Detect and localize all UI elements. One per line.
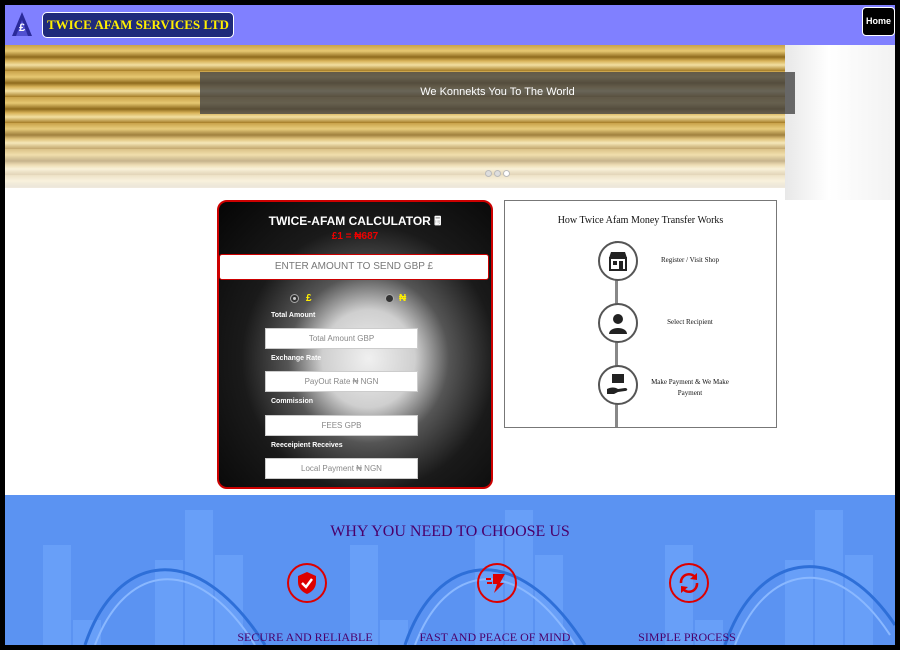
step-label: Select Recipient (667, 318, 713, 326)
carousel-dot[interactable] (494, 170, 501, 177)
fees-field[interactable]: FEES GPB (265, 415, 418, 436)
step-label: Make Payment & We Make Payment (651, 378, 729, 397)
ngn-radio-label: ₦ (399, 293, 407, 304)
home-nav-button[interactable]: Home (862, 7, 895, 36)
carousel-indicators (485, 170, 510, 177)
total-amount-field[interactable]: Total Amount GBP (265, 328, 418, 349)
feature-label: SECURE AND RELIABLE (237, 630, 373, 644)
gbp-radio-label: £ (306, 293, 312, 304)
hero-carousel (5, 45, 785, 188)
page: £ TWICE AFAM SERVICES LTD Home We Konnek… (5, 5, 895, 645)
shop-icon (598, 241, 638, 281)
total-amount-label: Total Amount (271, 312, 316, 319)
gbp-radio[interactable] (290, 294, 299, 303)
ngn-radio[interactable] (385, 294, 394, 303)
hero-caption: We Konnekts You To The World (200, 72, 795, 114)
how-it-works-panel: How Twice Afam Money Transfer Works Regi… (504, 200, 777, 428)
carousel-dot[interactable] (485, 170, 492, 177)
feature-label: FAST AND PEACE OF MIND (419, 630, 571, 644)
fast-delivery-icon (477, 563, 517, 603)
why-section-title: WHY YOU NEED TO CHOOSE US (330, 523, 570, 540)
cycle-arrows-icon (669, 563, 709, 603)
amount-input[interactable]: ENTER AMOUNT TO SEND GBP £ (219, 254, 489, 280)
recipient-receives-label: Reeceipient Receives (271, 442, 343, 449)
brand-name[interactable]: TWICE AFAM SERVICES LTD (42, 12, 234, 38)
shield-check-icon (287, 563, 327, 603)
calculator-title: TWICE-AFAM CALCULATOR 🖩 (268, 214, 442, 228)
why-choose-us-section: WHY YOU NEED TO CHOOSE US SECURE AND REL… (5, 495, 895, 645)
payout-rate-field[interactable]: PayOut Rate ₦ NGN (265, 371, 418, 392)
pound-logo-icon[interactable]: £ (9, 10, 35, 38)
local-payment-field[interactable]: Local Payment ₦ NGN (265, 458, 418, 479)
decorative-arcs (83, 565, 895, 645)
hero-side-panel (785, 45, 895, 200)
commission-label: Commission (271, 398, 314, 405)
feature-label: SIMPLE PROCESS (638, 630, 736, 644)
carousel-dot-active[interactable] (503, 170, 510, 177)
exchange-rate-display: £1 = ₦687 (331, 231, 379, 242)
step-label: Register / Visit Shop (661, 256, 719, 264)
person-icon (598, 303, 638, 343)
hand-payment-icon (598, 365, 638, 405)
how-it-works-title: How Twice Afam Money Transfer Works (557, 215, 724, 226)
top-navbar: £ TWICE AFAM SERVICES LTD Home (5, 5, 895, 45)
svg-text:£: £ (19, 22, 25, 34)
transfer-calculator: TWICE-AFAM CALCULATOR 🖩 £1 = ₦687 ENTER … (217, 200, 493, 489)
exchange-rate-label: Exchange Rate (271, 355, 322, 362)
